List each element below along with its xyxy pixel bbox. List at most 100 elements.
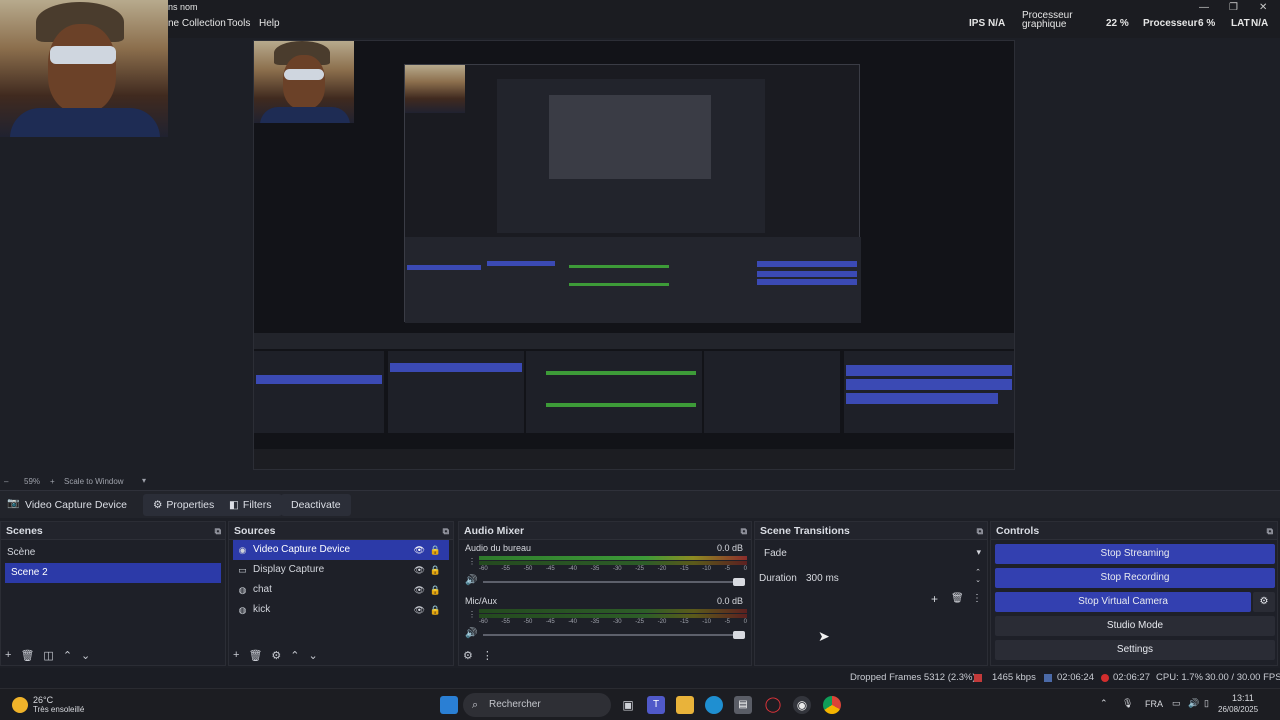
speaker-icon[interactable]: 🔊 xyxy=(465,628,477,639)
audio-mixer-title: Audio Mixer ⧉ xyxy=(459,522,751,540)
undock-icon[interactable]: ⧉ xyxy=(741,522,747,540)
more-icon[interactable]: ⋮ xyxy=(468,557,476,566)
stepper-down-icon[interactable]: ⌄ xyxy=(975,576,981,584)
volume-slider[interactable] xyxy=(483,631,745,639)
source-item[interactable]: ▭ Display Capture 👁 🔒 xyxy=(233,560,449,580)
stream-time: 02:06:24 xyxy=(1057,672,1094,683)
properties-button[interactable]: ⚙ Properties xyxy=(143,494,225,516)
scenes-dock: Scenes ⧉ Scène Scene 2 + 🗑 ◫ ⌃ ⌄ xyxy=(0,521,226,666)
undock-icon[interactable]: ⧉ xyxy=(215,522,221,540)
volume-slider[interactable] xyxy=(483,578,745,586)
settings-icon[interactable]: ⚙ xyxy=(463,649,473,662)
stop-recording-button[interactable]: Stop Recording xyxy=(995,568,1275,588)
mixer-footer: ⚙ ⋮ xyxy=(463,649,493,662)
webcam-overlay xyxy=(0,0,168,137)
weather-temp[interactable]: 26°C xyxy=(33,695,53,705)
language-indicator[interactable]: FRA xyxy=(1145,699,1163,709)
more-icon[interactable]: ⋮ xyxy=(972,593,982,604)
filter-icon[interactable]: ◫ xyxy=(43,649,53,662)
source-item[interactable]: ◉ Video Capture Device 👁 🔒 xyxy=(233,540,449,560)
settings-button[interactable]: Settings xyxy=(995,640,1275,660)
eye-icon[interactable]: 👁 xyxy=(414,560,425,580)
obs-icon[interactable]: ◉ xyxy=(793,696,811,714)
windows-start-icon[interactable] xyxy=(440,696,458,714)
chevron-up-icon[interactable]: ⌃ xyxy=(1100,698,1108,709)
status-bar: Dropped Frames 5312 (2.3%) 1465 kbps 02:… xyxy=(0,668,1280,688)
scene-item-selected[interactable]: Scene 2 xyxy=(5,563,221,583)
minimize-icon[interactable]: — xyxy=(1199,2,1209,13)
virtual-camera-gear-icon[interactable]: ⚙ xyxy=(1253,592,1275,612)
taskbar-search[interactable]: ⌕ Rechercher xyxy=(463,693,611,717)
preview-inner-toolbar xyxy=(254,333,1014,349)
trash-icon[interactable]: 🗑 xyxy=(248,649,262,662)
trash-icon[interactable]: 🗑 xyxy=(20,649,34,662)
arrow-down-icon[interactable]: ⌄ xyxy=(309,649,318,662)
more-icon[interactable]: ⋮ xyxy=(482,649,493,662)
scene-item[interactable]: Scène xyxy=(1,543,225,563)
edge-icon[interactable] xyxy=(705,696,723,714)
meter-scale: -60 -55 -50 -45 -40 -35 -30 -25 -20 -15 -10 -5 0 xyxy=(479,619,747,625)
undock-icon[interactable]: ⧉ xyxy=(977,522,983,540)
stepper-up-icon[interactable]: ⌃ xyxy=(975,568,981,576)
clock-time[interactable]: 13:11 xyxy=(1232,693,1254,703)
lock-icon[interactable]: 🔒 xyxy=(430,580,441,600)
level-meter xyxy=(479,561,747,565)
network-icon[interactable]: ▭ xyxy=(1172,698,1181,709)
eye-icon[interactable]: 👁 xyxy=(414,580,425,600)
lock-icon[interactable]: 🔒 xyxy=(430,560,441,580)
zoom-dropdown-icon[interactable]: ▾ xyxy=(142,476,146,485)
undock-icon[interactable]: ⧉ xyxy=(443,522,449,540)
deactivate-button[interactable]: Deactivate xyxy=(281,494,351,516)
weather-desc[interactable]: Très ensoleillé xyxy=(33,705,84,714)
maximize-icon[interactable]: ❐ xyxy=(1229,2,1238,13)
trash-icon[interactable]: 🗑 xyxy=(951,593,964,604)
eye-icon[interactable]: 👁 xyxy=(414,540,425,560)
stop-streaming-button[interactable]: Stop Streaming xyxy=(995,544,1275,564)
lock-icon[interactable]: 🔒 xyxy=(430,600,441,620)
clock-date[interactable]: 26/08/2025 xyxy=(1218,705,1258,714)
channel-name: Audio du bureau xyxy=(465,543,532,553)
source-item[interactable]: ◍ chat 👁 🔒 xyxy=(233,580,449,600)
source-item[interactable]: ◍ kick 👁 🔒 xyxy=(233,600,449,620)
arrow-down-icon[interactable]: ⌄ xyxy=(81,649,90,662)
add-icon[interactable]: + xyxy=(233,649,239,662)
menu-help[interactable]: Help xyxy=(259,18,280,29)
filters-button[interactable]: ◧ Filters xyxy=(219,494,282,516)
zoom-in-icon[interactable]: + xyxy=(50,477,55,486)
stop-virtual-camera-button[interactable]: Stop Virtual Camera xyxy=(995,592,1251,612)
mic-icon[interactable]: 🎙 xyxy=(1122,698,1133,709)
battery-icon[interactable]: ▯ xyxy=(1204,698,1209,709)
teams-icon[interactable]: T xyxy=(647,696,665,714)
arrow-up-icon[interactable]: ⌃ xyxy=(63,649,72,662)
chevron-down-icon: ▾ xyxy=(976,547,981,557)
preview-canvas[interactable] xyxy=(253,40,1015,470)
zoom-bar: – 59% + Scale to Window ▾ xyxy=(0,474,1280,490)
hud-lat-value: N/A xyxy=(1251,18,1269,29)
store-icon[interactable]: ▤ xyxy=(734,696,752,714)
speaker-icon[interactable]: 🔊 xyxy=(465,575,477,586)
chrome-icon[interactable] xyxy=(823,696,841,714)
close-icon[interactable]: ✕ xyxy=(1259,2,1267,13)
transition-select[interactable]: Fade ▾ xyxy=(759,544,985,564)
undock-icon[interactable]: ⧉ xyxy=(1267,522,1273,540)
gear-icon[interactable]: ⚙ xyxy=(271,649,281,662)
volume-icon[interactable]: 🔊 xyxy=(1188,698,1199,709)
task-view-icon[interactable]: ▣ xyxy=(619,696,637,714)
add-icon[interactable]: + xyxy=(5,649,11,662)
more-icon[interactable]: ⋮ xyxy=(468,610,476,619)
level-meter xyxy=(479,614,747,618)
scenes-title: Scenes ⧉ xyxy=(1,522,225,540)
sun-icon[interactable] xyxy=(12,697,28,713)
arrow-up-icon[interactable]: ⌃ xyxy=(290,649,299,662)
menu-tools[interactable]: Tools xyxy=(227,18,250,29)
lock-icon[interactable]: 🔒 xyxy=(430,540,441,560)
studio-mode-button[interactable]: Studio Mode xyxy=(995,616,1275,636)
zoom-mode[interactable]: Scale to Window xyxy=(64,477,124,486)
menu-scene-collection[interactable]: ne Collection xyxy=(168,18,226,29)
sources-title: Sources ⧉ xyxy=(229,522,453,540)
duration-field[interactable]: 300 ms ⌃ ⌄ xyxy=(803,568,985,588)
add-icon[interactable]: + xyxy=(931,592,938,606)
opera-icon[interactable]: ◯ xyxy=(764,696,782,714)
folder-icon[interactable] xyxy=(676,696,694,714)
eye-icon[interactable]: 👁 xyxy=(414,600,425,620)
